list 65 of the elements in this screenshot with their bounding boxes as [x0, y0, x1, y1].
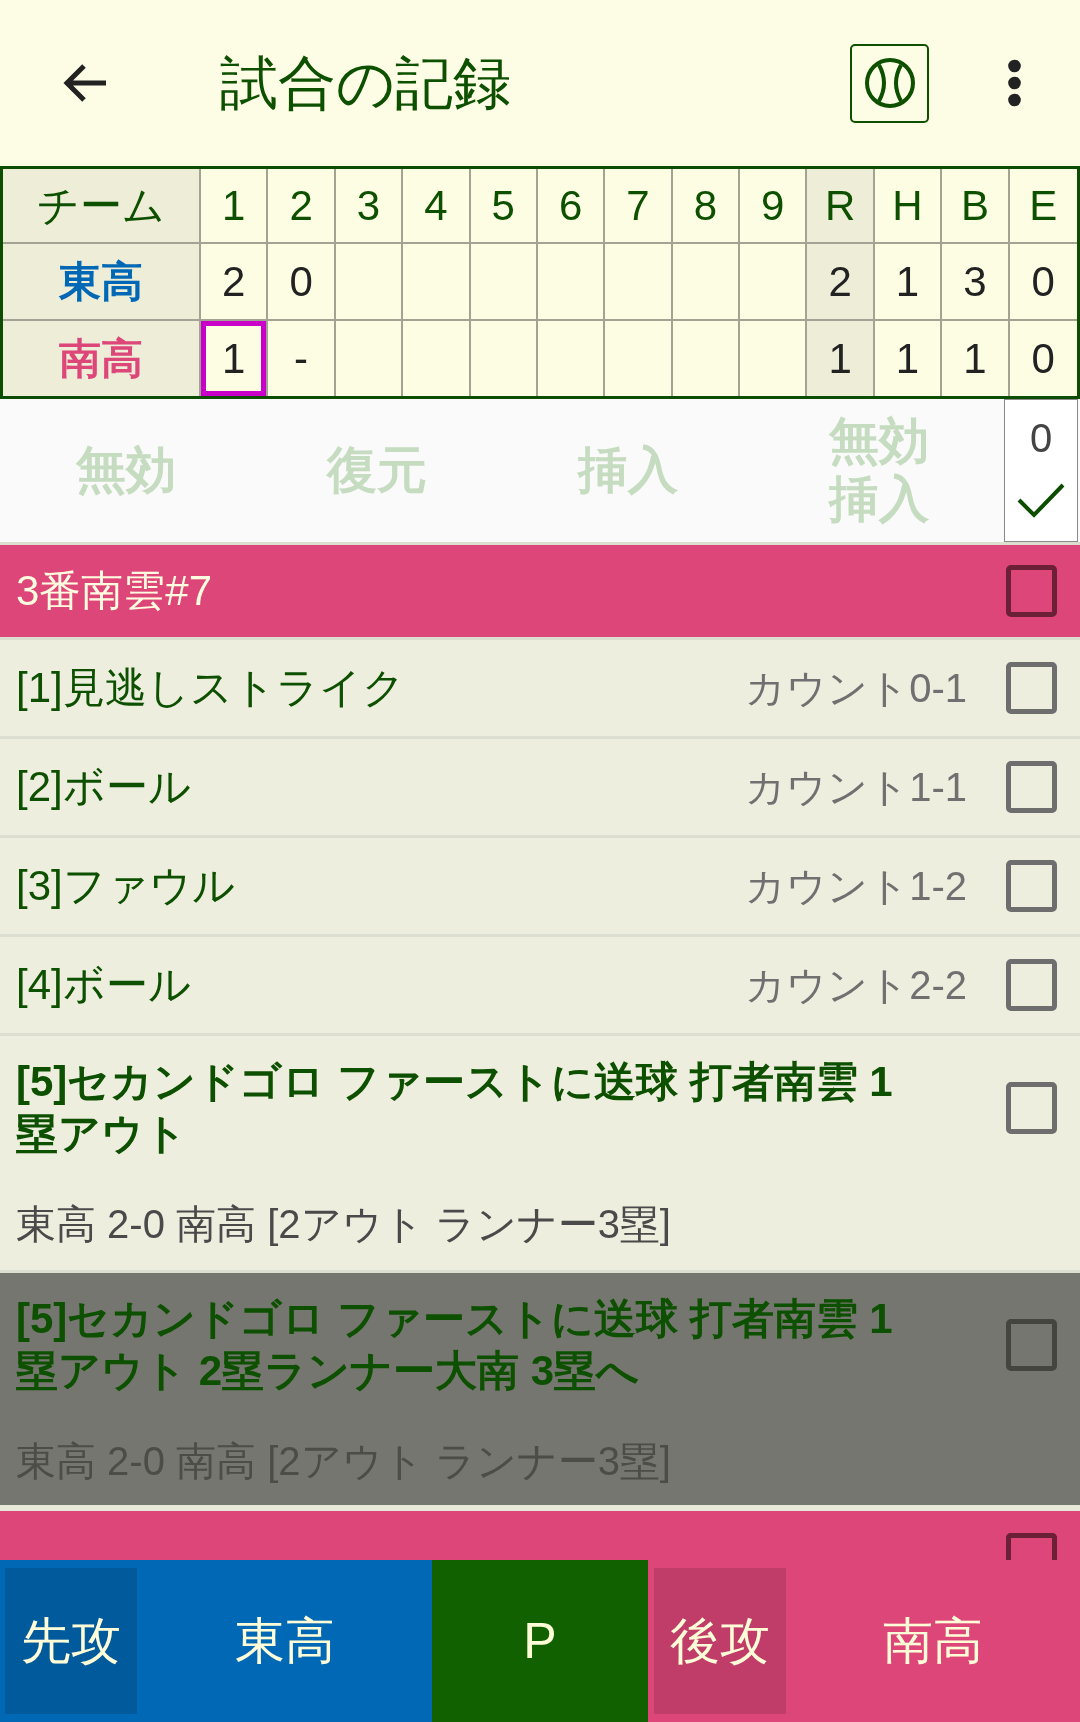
inning-header: 4 [403, 169, 471, 244]
team-name: 南高 [883, 1611, 983, 1671]
score-summary: 東高 2-0 南高 [2アウト ランナー3塁] [16, 1201, 671, 1248]
batter-header[interactable]: 3番南雲#7 [0, 542, 1080, 637]
total-header: E [1009, 169, 1077, 244]
more-menu-icon[interactable] [1007, 59, 1022, 107]
inning-score[interactable]: 2 [201, 244, 269, 321]
empty-inning-cell[interactable] [605, 244, 673, 321]
play-label: [2]ボール [16, 762, 192, 812]
total-header: B [942, 169, 1010, 244]
checkbox[interactable] [1006, 1082, 1057, 1134]
checkbox[interactable] [1006, 959, 1057, 1011]
play-label: [3]ファウル [16, 861, 236, 911]
total-score: 1 [874, 321, 943, 396]
team-name: 南高 [3, 321, 201, 396]
batting-side-button[interactable]: 先攻 [5, 1568, 137, 1714]
batter-header[interactable] [0, 1505, 1080, 1560]
inning-header: 5 [470, 169, 538, 244]
inning-header: 1 [201, 169, 269, 244]
batting-side-button[interactable]: 後攻 [654, 1568, 786, 1714]
total-score: 0 [1009, 244, 1077, 321]
total-score: 1 [942, 321, 1010, 396]
empty-inning-cell[interactable] [470, 244, 538, 321]
inning-header: 6 [537, 169, 606, 244]
empty-inning-cell[interactable] [403, 244, 471, 321]
ball-button[interactable] [850, 43, 929, 123]
total-header: R [807, 169, 875, 244]
column-header: チーム [3, 169, 201, 244]
count-label: カウント1-2 [745, 862, 967, 910]
count-label: カウント2-2 [745, 961, 967, 1009]
counter-panel[interactable]: 0 [1004, 399, 1078, 542]
inning-header: 7 [605, 169, 673, 244]
checkbox[interactable] [1006, 662, 1057, 714]
count-label: カウント1-1 [745, 763, 967, 811]
inning-score[interactable]: 1 [201, 321, 269, 396]
team-name: 東高 [3, 244, 201, 321]
checkbox[interactable] [1006, 860, 1057, 912]
total-header: H [874, 169, 943, 244]
empty-inning-cell[interactable] [672, 244, 741, 321]
play-label: [5]セカンドゴロ ファーストに送球 打者南雲 1塁アウト 2塁ランナー大南 3塁へ [16, 1294, 894, 1396]
inning-header: 2 [268, 169, 336, 244]
play-label: [4]ボール [16, 960, 192, 1010]
baseball-icon [863, 57, 916, 109]
count-label: 0 [1029, 418, 1053, 458]
inning-header: 3 [335, 169, 404, 244]
total-score: 1 [874, 244, 943, 321]
count-label: カウント0-1 [745, 664, 967, 712]
play-label: [1]見逃しストライク [16, 663, 406, 713]
total-score: 1 [807, 321, 875, 396]
inning-score[interactable]: - [268, 321, 336, 396]
pitcher-button[interactable]: P [432, 1560, 648, 1722]
empty-inning-cell[interactable] [537, 244, 606, 321]
checkbox[interactable] [1006, 761, 1057, 813]
checkbox[interactable] [1006, 565, 1057, 617]
batter-name: 3番南雲#7 [16, 566, 214, 616]
team-name: 東高 [234, 1611, 335, 1671]
total-score: 3 [942, 244, 1010, 321]
inning-header: 8 [672, 169, 741, 244]
check-icon [1017, 482, 1065, 518]
total-score: 2 [807, 244, 875, 321]
inning-score[interactable]: 0 [268, 244, 336, 321]
screen-title: 試合の記録 [220, 49, 512, 118]
total-score: 0 [1030, 333, 1056, 384]
empty-inning-cell[interactable] [335, 244, 404, 321]
play-label: [5]セカンドゴロ ファーストに送球 打者南雲 1塁アウト [16, 1057, 894, 1159]
